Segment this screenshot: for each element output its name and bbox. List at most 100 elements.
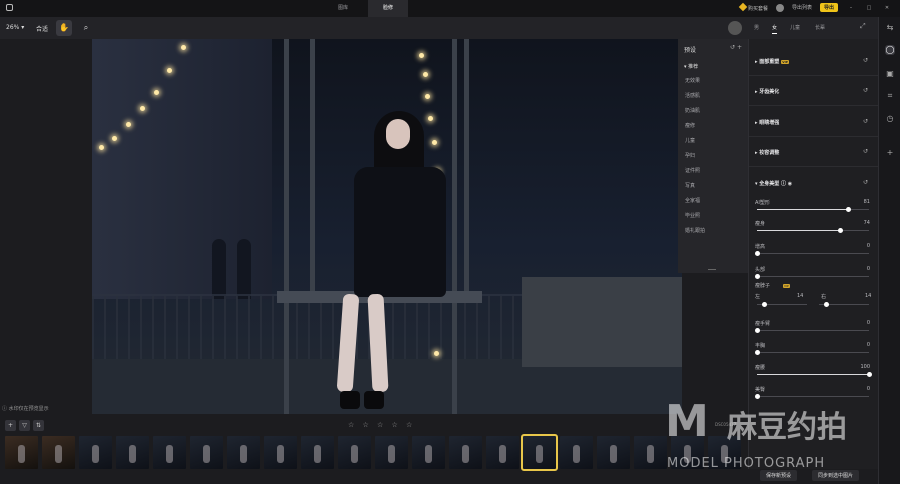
preset-footer — [708, 269, 716, 270]
add-icon[interactable]: + — [737, 44, 742, 51]
reset-icon[interactable]: ↺ — [863, 148, 868, 155]
thumbnail[interactable] — [301, 436, 334, 469]
slider-track[interactable] — [755, 350, 869, 355]
toggle-icon[interactable]: ◉ — [788, 181, 792, 187]
compare-icon[interactable] — [728, 21, 742, 35]
tab-male[interactable]: 男 — [754, 24, 759, 31]
title-bar: 图库 脸修 购买套餐 导出列表 导出 – □ ✕ — [0, 0, 900, 17]
slider-knob[interactable] — [867, 372, 872, 377]
thumbnail[interactable] — [79, 436, 112, 469]
sort-icon[interactable]: ⇅ — [33, 420, 44, 431]
rating-stars[interactable]: ☆ ☆ ☆ ☆ ☆ — [348, 421, 415, 429]
export-button[interactable]: 导出 — [819, 3, 838, 12]
thumbnail[interactable] — [486, 436, 519, 469]
preset-item[interactable]: 婚礼跟拍 — [685, 227, 705, 234]
slider-knob[interactable] — [824, 302, 829, 307]
section-body-shape[interactable]: ▾ 全身美型 ⓘ ◉ — [755, 180, 792, 187]
preset-item[interactable]: 奶油肌 — [685, 107, 700, 114]
thumbnail[interactable] — [338, 436, 371, 469]
info-icon[interactable]: ⓘ — [781, 181, 786, 187]
crop-icon[interactable]: ⌗ — [885, 91, 895, 101]
titlebar-actions: 购买套餐 导出列表 导出 – □ ✕ — [738, 2, 892, 12]
thumbnail[interactable] — [153, 436, 186, 469]
avatar[interactable] — [775, 3, 784, 12]
slider-knob[interactable] — [755, 251, 760, 256]
slider-label: 瘦身 — [755, 221, 766, 227]
slider-track[interactable] — [755, 274, 869, 279]
thumbnail[interactable] — [597, 436, 630, 469]
app-logo-icon — [6, 4, 13, 11]
slider-knob[interactable] — [755, 328, 760, 333]
preset-item[interactable]: 瘦修 — [685, 122, 695, 129]
preset-item[interactable]: 儿童 — [685, 137, 695, 144]
preset-item[interactable]: 全家福 — [685, 197, 700, 204]
preset-item[interactable]: 无效果 — [685, 77, 700, 84]
thumbnail[interactable] — [227, 436, 260, 469]
image-icon[interactable]: ▣ — [885, 69, 895, 79]
adjust-icon[interactable]: ⇆ — [885, 23, 895, 33]
thumbnail[interactable] — [449, 436, 482, 469]
thumbnail[interactable] — [634, 436, 667, 469]
photo-wall — [522, 277, 682, 367]
preset-item[interactable]: 活感肌 — [685, 92, 700, 99]
hand-tool-icon[interactable]: ✋ — [56, 20, 72, 36]
tab-retouch[interactable]: 脸修 — [368, 0, 408, 17]
reset-icon[interactable]: ↺ — [863, 118, 868, 125]
slider-knob[interactable] — [845, 207, 851, 212]
tab-child[interactable]: 儿童 — [790, 24, 800, 31]
neck-right-track[interactable] — [819, 302, 869, 307]
tab-elder[interactable]: 长辈 — [815, 24, 825, 31]
slider-knob[interactable] — [755, 274, 760, 279]
brush-tool-icon[interactable]: ⌕ — [78, 20, 94, 36]
preset-item[interactable]: 证件照 — [685, 167, 700, 174]
add-icon[interactable]: + — [885, 148, 895, 158]
history-icon[interactable]: ◷ — [885, 114, 895, 124]
slider-track[interactable] — [755, 328, 869, 333]
slider-knob[interactable] — [762, 302, 767, 307]
neck-left-track[interactable] — [757, 302, 807, 307]
slider-track[interactable] — [757, 372, 872, 377]
maximize-icon[interactable]: □ — [864, 5, 874, 11]
thumbnail[interactable] — [5, 436, 38, 469]
thumbnail[interactable] — [560, 436, 593, 469]
thumbnail[interactable] — [42, 436, 75, 469]
fit-button[interactable]: 合适 — [36, 24, 48, 33]
reset-icon[interactable]: ↺ — [863, 179, 868, 186]
slider-track[interactable] — [755, 251, 869, 256]
section-makeup[interactable]: ▸ 妆容调整 — [755, 149, 779, 156]
filter-icon[interactable]: ▽ — [19, 420, 30, 431]
preset-item[interactable]: 孕妇 — [685, 152, 695, 159]
thumbnail[interactable] — [264, 436, 297, 469]
slider-track[interactable] — [757, 207, 869, 212]
thumbnail[interactable] — [521, 434, 558, 471]
tab-library[interactable]: 图库 — [326, 0, 360, 17]
section-teeth[interactable]: ▸ 牙齿美化 — [755, 88, 779, 95]
tab-female[interactable]: 女 — [772, 24, 778, 34]
slider-track[interactable] — [757, 228, 869, 233]
face-icon[interactable]: ◯ — [885, 45, 895, 55]
slider-label: 增高 — [755, 244, 766, 250]
thumbnail[interactable] — [190, 436, 223, 469]
minimize-icon[interactable]: – — [846, 5, 856, 11]
slider-knob[interactable] — [755, 350, 760, 355]
preset-group-recommended[interactable]: ▾ 推荐 — [684, 63, 698, 70]
thumbnail[interactable] — [116, 436, 149, 469]
close-icon[interactable]: ✕ — [882, 5, 892, 11]
reset-icon[interactable]: ↺ — [863, 57, 868, 64]
reset-icon[interactable]: ↺ — [730, 44, 735, 51]
export-list-button[interactable]: 导出列表 — [792, 4, 812, 11]
preset-item[interactable]: 毕业照 — [685, 212, 700, 219]
section-face-reshape[interactable]: ▸ 面部重塑 VIP — [755, 58, 789, 65]
preset-item[interactable]: 写真 — [685, 182, 695, 189]
reset-icon[interactable]: ↺ — [863, 87, 868, 94]
thumbnail[interactable] — [375, 436, 408, 469]
slider-knob[interactable] — [837, 228, 843, 233]
add-photo-icon[interactable]: + — [5, 420, 16, 431]
slider-label: 美臀 — [755, 387, 766, 393]
zoom-select[interactable]: 26% ▾ — [6, 24, 24, 31]
vip-link[interactable]: 购买套餐 — [738, 2, 768, 12]
thumbnail[interactable] — [412, 436, 445, 469]
expand-icon[interactable]: ⤢ — [860, 22, 866, 31]
section-eyes[interactable]: ▸ 眼睛增强 — [755, 119, 779, 126]
preset-group-label: 推荐 — [688, 64, 699, 70]
